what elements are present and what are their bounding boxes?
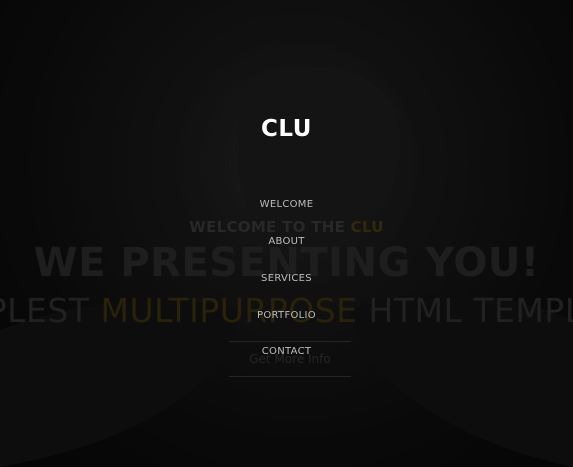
menu-item-about[interactable]: ABOUT — [0, 236, 573, 247]
menu-item-welcome[interactable]: WELCOME — [0, 199, 573, 210]
menu-item-label[interactable]: CONTACT — [262, 346, 312, 357]
page: WELCOME TO THE CLU WE PRESENTING YOU! SI… — [0, 0, 573, 467]
menu-item-label[interactable]: WELCOME — [260, 199, 314, 210]
menu-item-label[interactable]: SERVICES — [261, 273, 312, 284]
menu-item-portfolio[interactable]: PORTFOLIO — [0, 310, 573, 321]
menu-item-services[interactable]: SERVICES — [0, 273, 573, 284]
menu-item-label[interactable]: PORTFOLIO — [257, 310, 316, 321]
menu-overlay: CLU WELCOME ABOUT SERVICES PORTFOLIO CON… — [0, 0, 573, 467]
menu-item-contact[interactable]: CONTACT — [0, 346, 573, 357]
menu-item-label[interactable]: ABOUT — [268, 236, 304, 247]
brand-logo[interactable]: CLU — [0, 116, 573, 142]
